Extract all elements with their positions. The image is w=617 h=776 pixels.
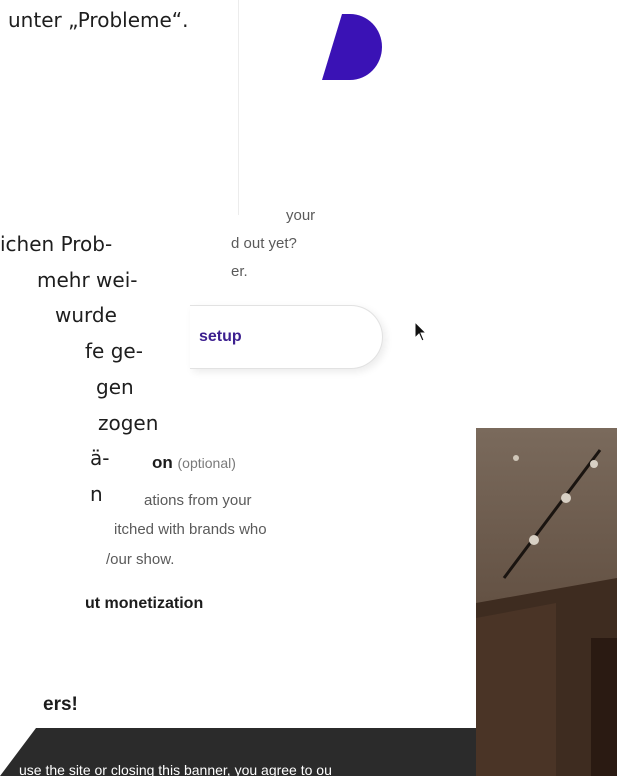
monetization-link[interactable]: ut monetization	[85, 595, 203, 613]
article-top-line: unter „Probleme“.	[8, 8, 189, 32]
article-line: ichen Prob-	[0, 232, 113, 256]
article-line: n	[90, 482, 103, 506]
mouse-pointer-icon	[414, 321, 428, 342]
webcam-video	[476, 428, 617, 776]
article-line: ä-	[90, 446, 110, 470]
cookie-banner: use the site or closing this banner, you…	[0, 728, 490, 776]
half-circle-logo-icon	[322, 14, 382, 80]
setup-button[interactable]: setup	[190, 305, 383, 369]
setup-text-line: d out yet?	[231, 235, 297, 252]
article-line: mehr wei-	[37, 268, 138, 292]
cookie-banner-text: use the site or closing this banner, you…	[19, 762, 332, 776]
setup-text-line: your	[286, 207, 316, 224]
setup-button-label: setup	[199, 328, 242, 345]
article-line: wurde	[55, 303, 117, 327]
monetization-optional: (optional)	[177, 455, 236, 471]
footer-heading: ers!	[43, 694, 78, 715]
monetization-text-line: ations from your	[144, 492, 252, 509]
column-divider	[238, 0, 239, 215]
article-line: gen	[96, 375, 134, 399]
article-line: zogen	[98, 411, 159, 435]
monetization-heading-text: on	[152, 453, 173, 472]
article-line: fe ge-	[85, 339, 143, 363]
video-frame	[476, 428, 617, 776]
monetization-text-line: itched with brands who	[114, 521, 267, 538]
monetization-heading: on (optional)	[152, 453, 236, 473]
setup-text-line: er.	[231, 263, 248, 280]
monetization-text-line: /our show.	[106, 551, 175, 568]
